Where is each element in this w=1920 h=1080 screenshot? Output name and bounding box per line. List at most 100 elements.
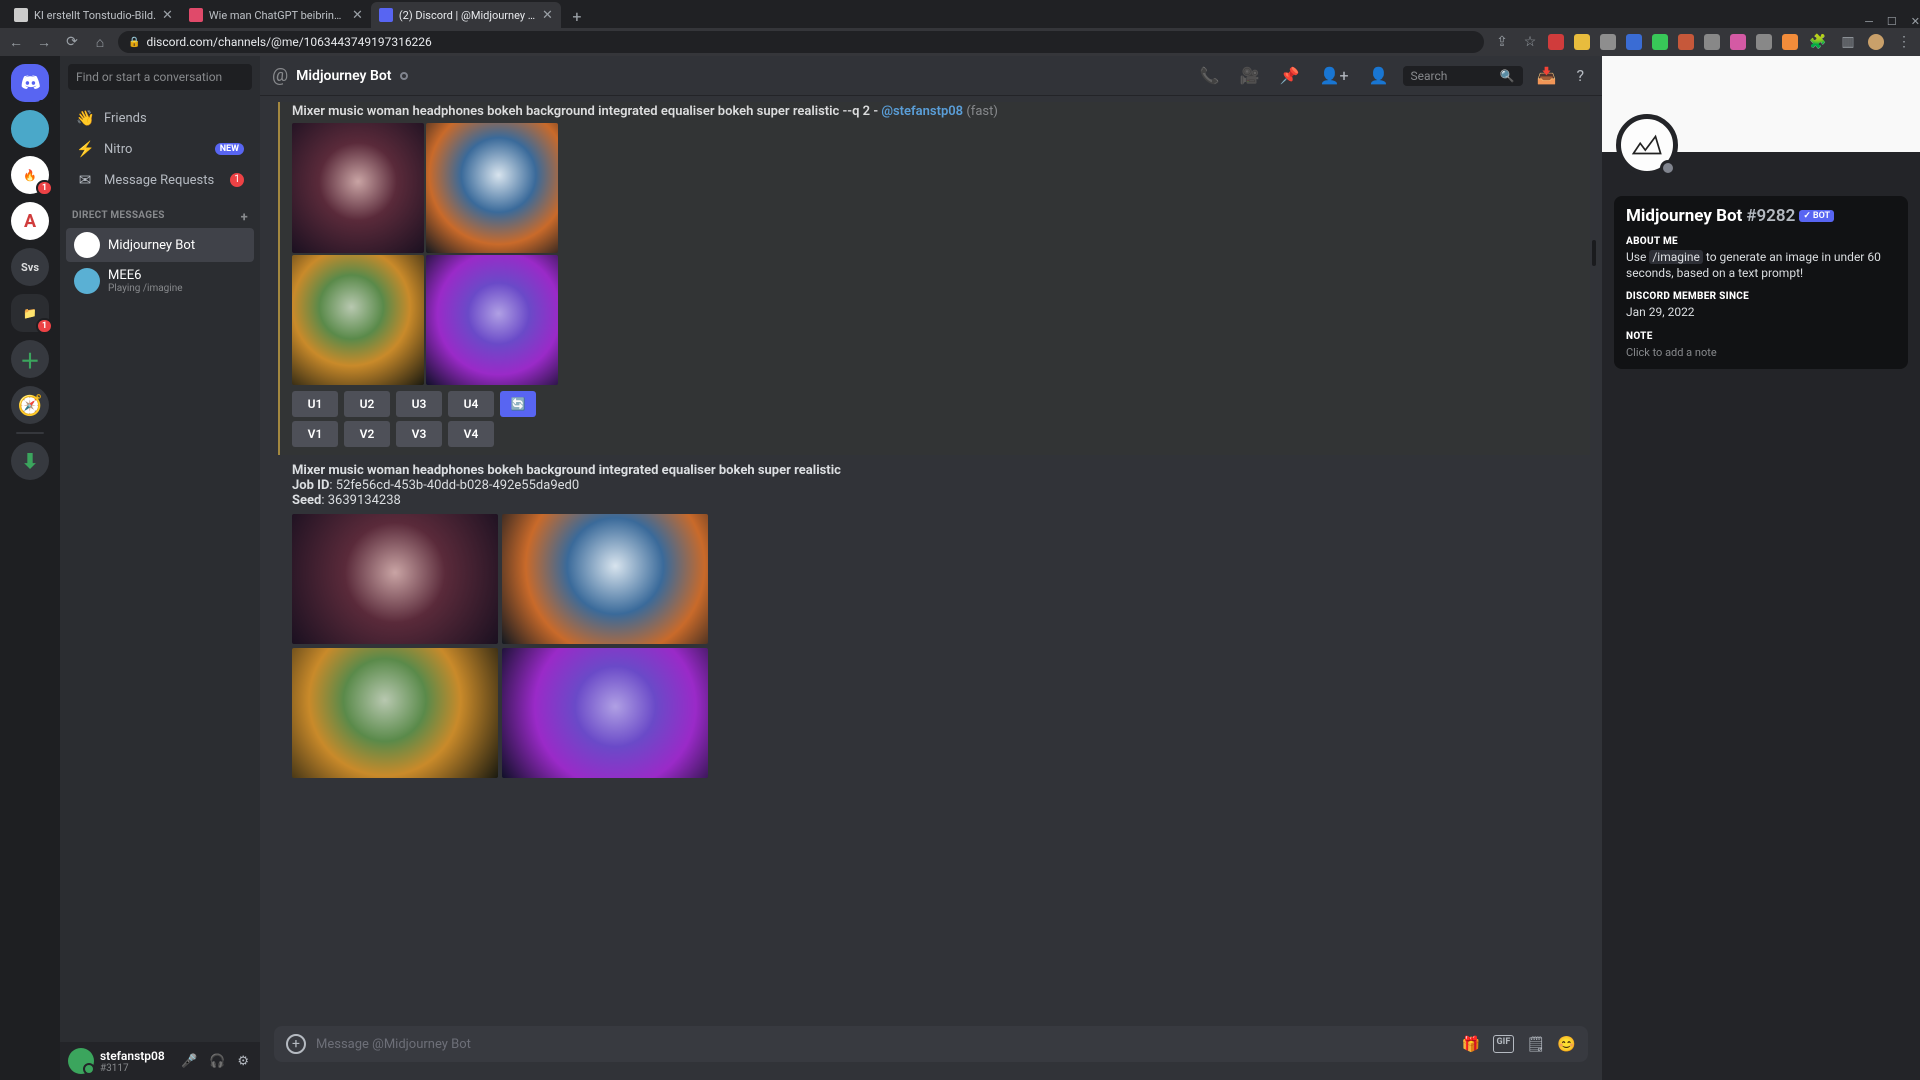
reload-icon[interactable]: ⟳ — [62, 34, 82, 50]
home-icon[interactable]: ⌂ — [90, 34, 110, 51]
friends-icon: 👋 — [76, 109, 94, 127]
generated-image[interactable] — [502, 514, 708, 644]
scrollbar-thumb[interactable] — [1592, 240, 1596, 266]
home-button[interactable] — [11, 64, 49, 102]
add-server-button[interactable]: ＋ — [11, 340, 49, 378]
extension-icon[interactable] — [1782, 34, 1798, 50]
generated-image[interactable] — [426, 255, 558, 385]
generated-image[interactable] — [292, 648, 498, 778]
u3-button[interactable]: U3 — [396, 391, 442, 417]
u2-button[interactable]: U2 — [344, 391, 390, 417]
url-bar[interactable]: 🔒 discord.com/channels/@me/1063443749197… — [118, 31, 1484, 53]
image-grid[interactable] — [292, 123, 558, 385]
message-list[interactable]: Mixer music woman headphones bokeh backg… — [260, 96, 1602, 1016]
dm-status: Playing /imagine — [108, 283, 183, 294]
search-input[interactable]: Search 🔍 — [1403, 66, 1523, 86]
nitro-tab[interactable]: ⚡ Nitro NEW — [66, 134, 254, 164]
gift-icon[interactable]: 🎁 — [1462, 1035, 1481, 1053]
browser-tab[interactable]: KI erstellt Tonstudio-Bild. ✕ — [6, 2, 181, 28]
inbox-icon[interactable]: 📥 — [1531, 66, 1563, 85]
profile-name: Midjourney Bot — [1626, 206, 1742, 226]
generated-image[interactable] — [426, 123, 558, 253]
back-icon[interactable]: ← — [6, 34, 26, 51]
message-input[interactable]: + Message @Midjourney Bot 🎁 GIF 🗒 😊 — [274, 1026, 1588, 1062]
profile-avatar[interactable] — [1868, 34, 1884, 50]
minimize-icon[interactable]: ─ — [1865, 15, 1873, 28]
extension-icon[interactable] — [1730, 34, 1746, 50]
browser-tab-active[interactable]: (2) Discord | @Midjourney Bot ✕ — [371, 2, 561, 28]
bookmark-icon[interactable]: ☆ — [1520, 34, 1540, 50]
v4-button[interactable]: V4 — [448, 421, 494, 447]
create-dm-button[interactable]: + — [241, 210, 248, 225]
image-grid-large[interactable] — [292, 514, 708, 778]
extension-icon[interactable] — [1600, 34, 1616, 50]
server-item[interactable]: 🔥1 — [11, 156, 49, 194]
emoji-icon[interactable]: 😊 — [1557, 1035, 1576, 1053]
generated-image[interactable] — [502, 648, 708, 778]
v2-button[interactable]: V2 — [344, 421, 390, 447]
gif-button[interactable]: GIF — [1493, 1035, 1515, 1053]
u4-button[interactable]: U4 — [448, 391, 494, 417]
settings-icon[interactable]: ⚙ — [234, 1054, 252, 1069]
prompt-text: Mixer music woman headphones bokeh backg… — [292, 104, 1590, 119]
profile-name-row: Midjourney Bot#9282 ✓ BOT — [1626, 206, 1896, 226]
mention[interactable]: @stefanstp08 — [881, 104, 963, 119]
download-button[interactable]: ⬇ — [11, 442, 49, 480]
server-item[interactable]: Svs — [11, 248, 49, 286]
video-call-icon[interactable]: 🎥 — [1234, 66, 1266, 85]
notification-badge: 1 — [36, 318, 53, 334]
extension-icon[interactable] — [1574, 34, 1590, 50]
server-item[interactable]: A — [11, 202, 49, 240]
friends-label: Friends — [104, 111, 147, 126]
friends-tab[interactable]: 👋 Friends — [66, 103, 254, 133]
message-requests-tab[interactable]: ✉ Message Requests 1 — [66, 165, 254, 195]
v1-button[interactable]: V1 — [292, 421, 338, 447]
user-profile-icon[interactable]: 👤 — [1363, 66, 1395, 85]
extension-icon[interactable] — [1548, 34, 1564, 50]
side-panel-icon[interactable]: ▥ — [1838, 34, 1858, 50]
kebab-icon[interactable]: ⋮ — [1894, 34, 1914, 50]
prompt-text-2: Mixer music woman headphones bokeh backg… — [292, 463, 1590, 478]
generated-image[interactable] — [292, 123, 424, 253]
server-folder[interactable]: 📁1 — [11, 294, 49, 332]
find-conversation-input[interactable]: Find or start a conversation — [68, 64, 252, 90]
generated-image[interactable] — [292, 514, 498, 644]
notification-badge — [39, 100, 53, 104]
help-icon[interactable]: ? — [1570, 66, 1590, 85]
new-tab-button[interactable]: + — [565, 4, 589, 28]
status-indicator — [400, 72, 408, 80]
dm-item-midjourney[interactable]: Midjourney Bot — [66, 228, 254, 262]
pin-icon[interactable]: 📌 — [1274, 66, 1306, 85]
dm-header: DIRECT MESSAGES + — [60, 200, 260, 227]
u1-button[interactable]: U1 — [292, 391, 338, 417]
deafen-icon[interactable]: 🎧 — [206, 1054, 228, 1069]
share-icon[interactable]: ⇪ — [1492, 34, 1512, 50]
maximize-icon[interactable]: ☐ — [1887, 15, 1897, 28]
browser-tab[interactable]: Wie man ChatGPT beibringt, be ✕ — [181, 2, 371, 28]
close-icon[interactable]: ✕ — [352, 8, 363, 23]
attach-icon[interactable]: + — [286, 1034, 306, 1054]
avatar[interactable] — [68, 1048, 94, 1074]
add-friend-icon[interactable]: 👤+ — [1314, 66, 1355, 85]
extension-icon[interactable] — [1678, 34, 1694, 50]
v3-button[interactable]: V3 — [396, 421, 442, 447]
about-text: Use /imagine to generate an image in und… — [1626, 249, 1896, 281]
extension-icon[interactable] — [1626, 34, 1642, 50]
note-input[interactable]: Click to add a note — [1626, 346, 1896, 359]
server-item[interactable] — [11, 110, 49, 148]
forward-icon[interactable]: → — [34, 34, 54, 51]
dm-item-mee6[interactable]: MEE6 Playing /imagine — [66, 264, 254, 298]
close-icon[interactable]: ✕ — [162, 8, 173, 23]
reroll-button[interactable]: 🔄 — [500, 391, 536, 417]
mute-icon[interactable]: 🎤 — [178, 1054, 200, 1069]
generated-image[interactable] — [292, 255, 424, 385]
extension-icon[interactable] — [1704, 34, 1720, 50]
extension-icon[interactable] — [1756, 34, 1772, 50]
puzzle-icon[interactable]: 🧩 — [1808, 34, 1828, 50]
extension-icon[interactable] — [1652, 34, 1668, 50]
sticker-icon[interactable]: 🗒 — [1526, 1035, 1545, 1053]
close-window-icon[interactable]: ✕ — [1911, 15, 1920, 28]
voice-call-icon[interactable]: 📞 — [1194, 66, 1226, 85]
explore-button[interactable]: 🧭 — [11, 386, 49, 424]
close-icon[interactable]: ✕ — [542, 8, 553, 23]
